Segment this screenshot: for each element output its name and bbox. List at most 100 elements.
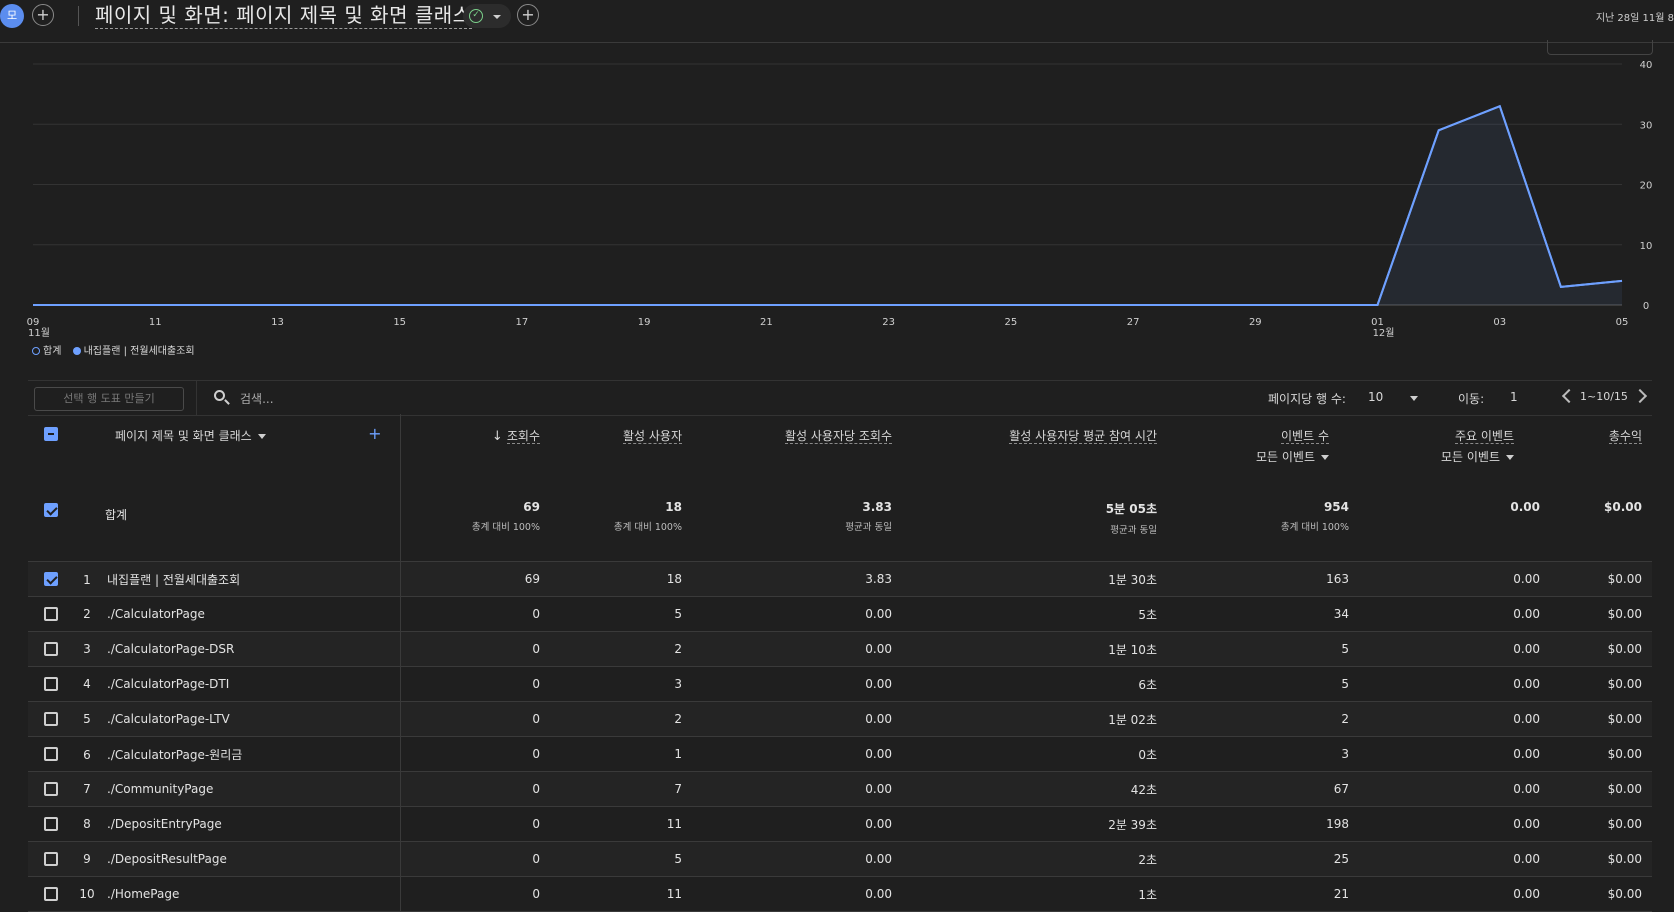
row-views-per-user: 0.00 [692, 701, 902, 737]
row-checkbox[interactable] [43, 572, 58, 587]
row-checkbox[interactable] [43, 887, 58, 902]
row-active-users: 1 [550, 736, 692, 772]
top-bar: 모 + 페이지 및 화면: 페이지 제목 및 화면 클래스 ✓ + 지난 28일… [0, 0, 1674, 43]
row-event-count: 25 [1167, 841, 1359, 877]
row-page-title: ./DepositResultPage [107, 852, 227, 866]
row-checkbox[interactable] [43, 817, 58, 832]
table-row[interactable]: 2 ./CalculatorPage 0 5 0.00 5초 34 0.00 $0.00 [28, 596, 1652, 632]
header-avg-engagement[interactable]: 활성 사용자당 평균 참여 시간 [902, 414, 1167, 494]
row-checkbox[interactable] [43, 782, 58, 797]
header-event-count[interactable]: 이벤트 수 모든 이벤트 [1167, 414, 1359, 494]
total-checkbox[interactable] [43, 502, 58, 517]
header-active-users[interactable]: 활성 사용자 [550, 414, 692, 494]
table-row[interactable]: 5 ./CalculatorPage-LTV 0 2 0.00 1분 02초 2 0.00 $0… [28, 701, 1652, 737]
row-revenue: $0.00 [1550, 701, 1652, 737]
row-active-users: 3 [550, 666, 692, 702]
search-icon [214, 390, 225, 401]
row-checkbox[interactable] [43, 677, 58, 692]
table-row[interactable]: 8 ./DepositEntryPage 0 11 0.00 2분 39초 198 0.00 $… [28, 806, 1652, 842]
chevron-left-icon[interactable] [1561, 388, 1577, 404]
row-avg-engagement: 2분 39초 [902, 806, 1167, 842]
select-all-checkbox[interactable] [43, 426, 58, 441]
header-views[interactable]: ↓ 조회수 [400, 414, 550, 494]
line-chart: 0 10 20 30 40 0911월 11 13 15 17 19 21 23 25 27 29 0112월 0… [27, 60, 1653, 339]
row-avg-engagement: 0초 [902, 736, 1167, 772]
select-all-cell [28, 414, 73, 494]
table-row[interactable]: 4 ./CalculatorPage-DTI 0 3 0.00 6초 5 0.00 $0.00 [28, 666, 1652, 702]
row-page-title: ./HomePage [107, 887, 180, 901]
row-active-users: 2 [550, 701, 692, 737]
row-revenue: $0.00 [1550, 806, 1652, 842]
row-avg-engagement: 42초 [902, 771, 1167, 807]
table-row[interactable]: 10 ./HomePage 0 11 0.00 1초 21 0.00 $0.00 [28, 876, 1652, 912]
row-checkbox-cell [28, 841, 73, 877]
plot-rows-button[interactable]: 선택 행 도표 만들기 [34, 387, 184, 411]
chevron-down-icon [493, 15, 501, 19]
row-revenue: $0.00 [1550, 631, 1652, 667]
divider [78, 6, 79, 26]
header-key-events[interactable]: 주요 이벤트 모든 이벤트 [1359, 414, 1550, 494]
row-dimension[interactable]: 4 ./CalculatorPage-DTI [73, 666, 401, 702]
series-line-page [33, 104, 1623, 306]
row-dimension[interactable]: 9 ./DepositResultPage [73, 841, 401, 877]
goto-input[interactable]: 1 [1510, 390, 1518, 404]
y-tick-label: 40 [1640, 60, 1653, 71]
table-row[interactable]: 6 ./CalculatorPage-원리금 0 1 0.00 0초 3 0.00 $0.00 [28, 736, 1652, 772]
key-event-filter-dropdown[interactable]: 모든 이벤트 [1359, 448, 1514, 465]
row-dimension[interactable]: 7 ./CommunityPage [73, 771, 401, 807]
table-row[interactable]: 9 ./DepositResultPage 0 5 0.00 2초 25 0.00 $0.00 [28, 841, 1652, 877]
rows-per-page-select[interactable]: 10 [1368, 390, 1383, 404]
status-chip[interactable]: ✓ [463, 4, 511, 28]
row-dimension[interactable]: 1 내집플랜 | 전월세대출조회 [73, 561, 401, 597]
row-views: 0 [400, 806, 550, 842]
add-filter-button[interactable]: + [517, 4, 539, 26]
row-dimension[interactable]: 10 ./HomePage [73, 876, 401, 912]
row-views-per-user: 3.83 [692, 561, 902, 597]
table-row[interactable]: 3 ./CalculatorPage-DSR 0 2 0.00 1분 10초 5 0.00 $0… [28, 631, 1652, 667]
avatar[interactable]: 모 [0, 4, 24, 28]
table-row[interactable]: 1 내집플랜 | 전월세대출조회 69 18 3.83 1분 30초 163 0.00 $0.0… [28, 561, 1652, 597]
legend-item-total[interactable]: 합계 [32, 346, 61, 357]
row-avg-engagement: 1분 02초 [902, 701, 1167, 737]
header-revenue[interactable]: 총수익 [1550, 414, 1652, 494]
header-views-per-user[interactable]: 활성 사용자당 조회수 [692, 414, 902, 494]
pagination-range: 1~10/15 [1580, 390, 1628, 403]
chart-legend: 합계 내집플랜 | 전월세대출조회 [32, 342, 195, 357]
event-filter-dropdown[interactable]: 모든 이벤트 [1167, 448, 1329, 465]
legend-item-series[interactable]: 내집플랜 | 전월세대출조회 [65, 346, 195, 357]
x-tick-label: 03 [1493, 317, 1506, 328]
row-views: 0 [400, 876, 550, 912]
row-event-count: 198 [1167, 806, 1359, 842]
page-title[interactable]: 페이지 및 화면: 페이지 제목 및 화면 클래스 [95, 2, 472, 29]
date-range[interactable]: 지난 28일 11월 8 [1596, 9, 1674, 24]
row-checkbox[interactable] [43, 747, 58, 762]
row-event-count: 2 [1167, 701, 1359, 737]
chevron-down-icon[interactable] [257, 434, 266, 439]
row-dimension[interactable]: 2 ./CalculatorPage [73, 596, 401, 632]
row-checkbox[interactable] [43, 642, 58, 657]
row-dimension[interactable]: 6 ./CalculatorPage-원리금 [73, 736, 401, 772]
row-dimension[interactable]: 8 ./DepositEntryPage [73, 806, 401, 842]
row-dimension[interactable]: 3 ./CalculatorPage-DSR [73, 631, 401, 667]
add-comparison-button[interactable]: + [32, 4, 54, 26]
table-row[interactable]: 7 ./CommunityPage 0 7 0.00 42초 67 0.00 $0.00 [28, 771, 1652, 807]
chevron-right-icon[interactable] [1632, 388, 1648, 404]
row-avg-engagement: 1초 [902, 876, 1167, 912]
search-input[interactable] [238, 387, 542, 411]
row-dimension[interactable]: 5 ./CalculatorPage-LTV [73, 701, 401, 737]
total-views-per-user: 3.83 평균과 동일 [692, 494, 902, 562]
chevron-down-icon[interactable] [1410, 396, 1418, 401]
row-checkbox[interactable] [43, 607, 58, 622]
add-dimension-icon[interactable]: + [368, 426, 381, 442]
row-rank: 3 [83, 642, 91, 656]
y-tick-label: 0 [1643, 301, 1649, 312]
row-checkbox[interactable] [43, 712, 58, 727]
row-views: 0 [400, 666, 550, 702]
dimension-header[interactable]: 페이지 제목 및 화면 클래스 + [73, 414, 401, 494]
row-revenue: $0.00 [1550, 876, 1652, 912]
y-tick-label: 30 [1640, 120, 1653, 131]
y-tick-label: 20 [1640, 181, 1653, 192]
row-checkbox[interactable] [43, 852, 58, 867]
total-event-count: 954 총계 대비 100% [1167, 494, 1359, 562]
row-rank: 9 [83, 852, 91, 866]
